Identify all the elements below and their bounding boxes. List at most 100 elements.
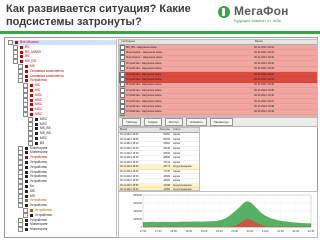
readings-cell-status: норма bbox=[173, 170, 180, 174]
alarm-ack-checkbox[interactable] bbox=[120, 55, 125, 61]
readings-cell-status: норма bbox=[173, 142, 180, 146]
status-icon bbox=[30, 84, 33, 88]
readings-cell-value: 18309 bbox=[163, 174, 170, 178]
status-icon bbox=[35, 122, 38, 126]
status-icon bbox=[30, 103, 33, 107]
megafon-logo-mark-icon bbox=[218, 6, 230, 18]
status-icon bbox=[25, 180, 28, 184]
x-tick-label: 20:30 bbox=[247, 229, 254, 233]
alarm-message: Устройства - Нарушена связь bbox=[126, 67, 162, 71]
readings-cell-status: предупреждение bbox=[173, 165, 192, 169]
expand-toggle-icon[interactable] bbox=[18, 227, 23, 233]
alarm-time: 30.11.2012 19:42 bbox=[254, 51, 274, 55]
readings-cell-value: 47113 bbox=[163, 160, 170, 164]
tree-item[interactable]: Мониторинг bbox=[18, 227, 116, 233]
readings-col-status[interactable]: Статус bbox=[172, 128, 199, 132]
alarm-ack-checkbox[interactable] bbox=[120, 77, 125, 83]
alarm-ack-checkbox[interactable] bbox=[120, 109, 125, 115]
readings-cell-time: 30.11.2012 18:15 bbox=[120, 147, 139, 151]
status-icon bbox=[25, 175, 28, 179]
alarm-message: Устройства - Нарушена связь bbox=[126, 104, 162, 108]
alarm-ack-checkbox[interactable] bbox=[120, 44, 125, 50]
status-icon bbox=[25, 146, 28, 150]
readings-cell-status: предупреждение bbox=[173, 183, 192, 187]
traffic-chart: 800000 600000 400000 200000 0 17:00 17:30 18:00… bbox=[118, 191, 318, 238]
toolbar-button[interactable]: Параметры bbox=[209, 118, 233, 126]
logo-slogan: Будущее зависит от тебя bbox=[234, 18, 281, 23]
readings-cell-time: 30.11.2012 18:10 bbox=[120, 142, 139, 146]
readings-cell-value: 53901 bbox=[163, 142, 170, 146]
alarm-time: 30.11.2012 19:49 bbox=[254, 110, 274, 114]
alarm-message: Мониторинг - Нарушена связь bbox=[126, 56, 163, 60]
alarm-ack-checkbox[interactable] bbox=[120, 71, 125, 77]
status-icon bbox=[30, 209, 33, 212]
toolbar-button[interactable]: Таблица bbox=[122, 118, 141, 126]
toolbar-button[interactable]: График bbox=[143, 118, 162, 126]
readings-cell-value: 56034 bbox=[163, 137, 170, 141]
status-icon bbox=[25, 165, 28, 169]
alarm-time: 30.11.2012 19:44 bbox=[254, 78, 274, 82]
readings-cell-value: 17215 bbox=[163, 170, 170, 174]
alarm-message: Устройства - Нарушена связь bbox=[126, 83, 162, 87]
toolbar-button[interactable]: Экспорт bbox=[164, 118, 184, 126]
detail-panel: Сообщение Время MS_BS - Нарушена связь 30… bbox=[118, 39, 318, 238]
readings-cell-status: норма bbox=[173, 133, 180, 137]
tree-item-label: Мониторинг bbox=[30, 227, 48, 232]
status-icon bbox=[35, 117, 38, 121]
alarm-ack-checkbox[interactable] bbox=[120, 87, 125, 93]
alarm-time: 30.11.2012 19:46 bbox=[254, 94, 274, 98]
readings-cell-value: 18774 bbox=[163, 165, 170, 169]
object-tree-panel[interactable]: Все объекты RS RS_MINSK RS MS_DS MS Основные к… bbox=[6, 39, 117, 236]
status-icon bbox=[35, 141, 38, 145]
alarm-message: Устройства - Нарушена связь bbox=[126, 61, 162, 65]
readings-cell-status: норма bbox=[173, 137, 180, 141]
alarm-ack-checkbox[interactable] bbox=[120, 93, 125, 99]
readings-cell-value: 36218 bbox=[163, 147, 170, 151]
readings-cell-time: 30.11.2012 18:05 bbox=[120, 137, 139, 141]
status-icon bbox=[30, 89, 33, 92]
x-tick-label: 22:00 bbox=[292, 229, 299, 233]
alarm-col-time[interactable]: Время bbox=[253, 40, 263, 44]
readings-cell-time: 30.11.2012 18:35 bbox=[120, 165, 139, 169]
readings-cell-status: норма bbox=[173, 147, 180, 151]
x-tick-label: 22:30 bbox=[308, 229, 315, 233]
status-icon bbox=[15, 41, 18, 44]
readings-cell-time: 30.11.2012 18:20 bbox=[120, 151, 139, 155]
toolbar-button[interactable]: Обновить bbox=[186, 118, 207, 126]
alarm-ack-checkbox[interactable] bbox=[120, 82, 125, 88]
readings-cell-value: 19520 bbox=[163, 179, 170, 183]
alarm-ack-checkbox[interactable] bbox=[120, 104, 125, 109]
alarm-time: 30.11.2012 19:43 bbox=[254, 72, 274, 76]
readings-cell-time: 30.11.2012 18:45 bbox=[120, 174, 139, 178]
alarm-time: 30.11.2012 19:43 bbox=[254, 67, 274, 71]
readings-table[interactable]: Время Значение Статус 30.11.2012 18:00 52… bbox=[118, 127, 200, 191]
x-tick-label: 18:30 bbox=[186, 229, 193, 233]
alarm-time: 30.11.2012 19:42 bbox=[254, 61, 274, 65]
status-icon bbox=[25, 194, 28, 198]
alarm-col-message[interactable]: Сообщение bbox=[119, 40, 253, 44]
readings-col-time[interactable]: Время bbox=[119, 128, 150, 132]
alarm-ack-checkbox[interactable] bbox=[120, 60, 125, 66]
readings-cell-value: 28560 bbox=[163, 156, 170, 160]
alarm-message: Устройства - Нарушена связь bbox=[126, 78, 162, 82]
alarm-ack-checkbox[interactable] bbox=[120, 98, 125, 104]
status-icon bbox=[20, 50, 23, 54]
status-icon bbox=[25, 189, 28, 193]
alarm-time: 30.11.2012 19:42 bbox=[254, 56, 274, 60]
readings-col-value[interactable]: Значение bbox=[150, 128, 172, 132]
status-icon bbox=[35, 132, 38, 136]
status-icon bbox=[20, 55, 23, 59]
alarm-table[interactable]: Сообщение Время MS_BS - Нарушена связь 30… bbox=[118, 39, 318, 117]
status-icon bbox=[25, 170, 28, 174]
alarm-message: Устройства - Нарушена связь bbox=[126, 72, 162, 76]
status-icon bbox=[20, 60, 23, 64]
alarm-ack-checkbox[interactable] bbox=[120, 66, 125, 72]
alarm-message: MS_BS - Нарушена связь bbox=[126, 45, 157, 49]
alarm-message: Устройства - Нарушена связь bbox=[126, 94, 162, 98]
readings-cell-time: 30.11.2012 18:55 bbox=[120, 183, 139, 187]
status-icon bbox=[25, 65, 28, 68]
alarm-time: 30.11.2012 19:48 bbox=[254, 104, 274, 108]
readings-cell-status: норма bbox=[173, 174, 180, 178]
alarm-ack-checkbox[interactable] bbox=[120, 50, 125, 56]
readings-cell-status: норма bbox=[173, 160, 180, 164]
